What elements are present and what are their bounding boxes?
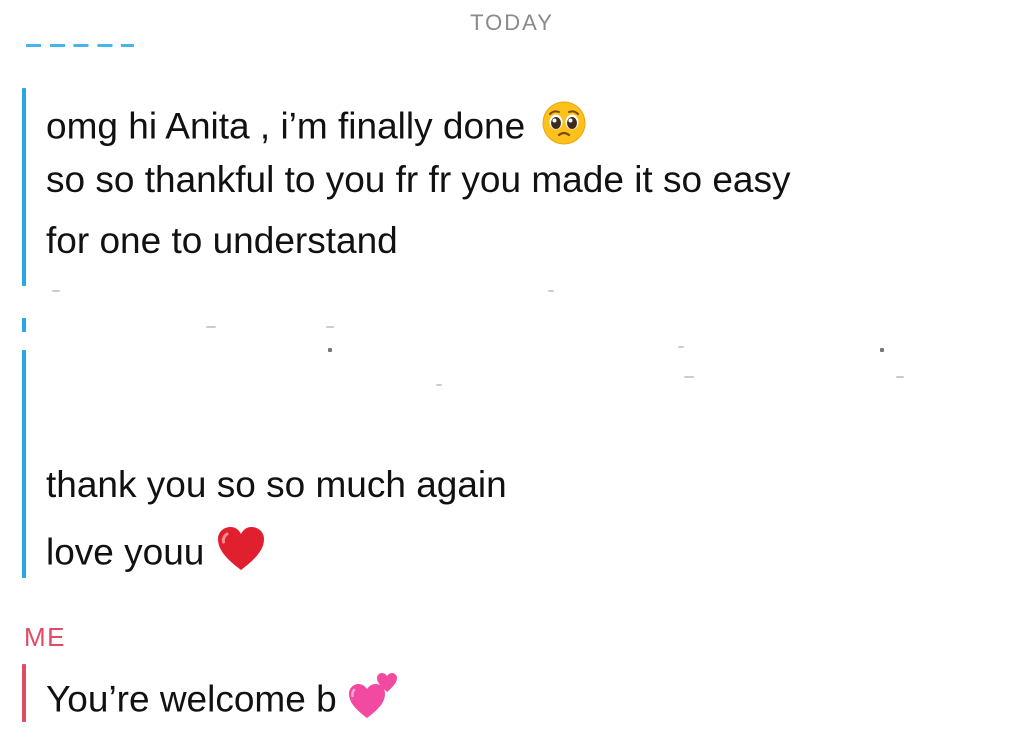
friend-message-bar (22, 88, 26, 286)
day-label: TODAY (470, 10, 554, 35)
pleading-face-emoji-icon (541, 100, 587, 157)
two-hearts-emoji-icon (347, 672, 399, 731)
friend-message-text: for one to understand (46, 220, 398, 261)
erased-text-speck (206, 326, 216, 328)
me-message-text: You’re welcome b (46, 678, 337, 720)
previous-sender-fragment (26, 44, 134, 47)
friend-message-text: omg hi Anita , i’m finally done (46, 105, 526, 147)
sender-label-me: ME (24, 622, 66, 652)
erased-text-speck (684, 376, 694, 378)
erased-text-speck (548, 290, 554, 292)
me-message-line: You’re welcome b (46, 672, 399, 731)
friend-message-text: love youu (46, 531, 205, 573)
red-heart-emoji-icon (215, 525, 267, 584)
erased-text-speck (326, 326, 334, 328)
me-message-bar (22, 664, 26, 722)
friend-message-line: omg hi Anita , i’m finally done (46, 100, 587, 157)
erased-text-speck (678, 346, 684, 348)
friend-message-bar (22, 350, 26, 578)
friend-message-text: thank you so so much again (46, 464, 507, 505)
erased-text-speck (52, 290, 60, 292)
friend-message-line: for one to understand (46, 218, 398, 264)
friend-message-bar (22, 318, 26, 332)
erased-text-speck (896, 376, 904, 378)
erased-text-speck (328, 348, 332, 352)
erased-text-speck (880, 348, 884, 352)
friend-message-line: love youu (46, 525, 267, 584)
friend-message-line: thank you so so much again (46, 462, 507, 508)
erased-text-speck (436, 384, 442, 386)
friend-message-text: so so thankful to you fr fr you made it … (46, 159, 791, 200)
friend-message-line: so so thankful to you fr fr you made it … (46, 157, 790, 203)
